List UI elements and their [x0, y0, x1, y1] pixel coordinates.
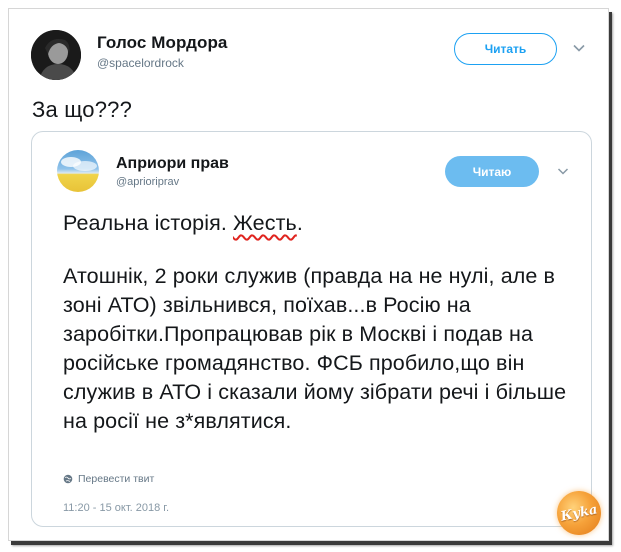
tweet-timestamp[interactable]: 11:20 - 15 окт. 2018 г.: [63, 502, 169, 514]
chevron-down-icon[interactable]: [557, 165, 569, 177]
quoted-author-handle[interactable]: @aprioriprav: [116, 176, 179, 188]
author-avatar-image: [31, 30, 81, 80]
watermark-text: Куka: [559, 501, 599, 525]
quoted-tweet-card[interactable]: Априори прав @aprioriprav Читаю Реальна …: [31, 131, 592, 527]
first-line-end: .: [296, 211, 303, 235]
first-line-text: Реальна історія.: [63, 211, 233, 235]
author-avatar[interactable]: [31, 30, 81, 80]
translate-link[interactable]: Перевести твит: [63, 473, 154, 485]
chevron-down-icon[interactable]: [572, 41, 586, 55]
author-handle[interactable]: @spacelordrock: [97, 56, 184, 70]
author-name[interactable]: Голос Мордора: [97, 33, 228, 53]
globe-icon: [63, 474, 73, 484]
quoted-tweet-first-line: Реальна історія. Жесть.: [63, 209, 583, 238]
translate-label[interactable]: Перевести твит: [78, 473, 154, 485]
screenshot-frame: Голос Мордора @spacelordrock Читать За щ…: [8, 8, 609, 541]
spellcheck-word: Жесть: [232, 211, 297, 235]
quoted-tweet-text: Реальна історія. Жесть. Атошнік, 2 роки …: [63, 209, 583, 436]
following-button[interactable]: Читаю: [445, 156, 539, 187]
tweet-text: За що???: [32, 97, 133, 122]
follow-button[interactable]: Читать: [454, 33, 557, 65]
quoted-author-avatar[interactable]: [57, 150, 99, 192]
quoted-author-name[interactable]: Априори прав: [116, 155, 229, 173]
quoted-tweet-body: Атошнік, 2 роки служив (правда на не нул…: [63, 264, 567, 433]
quoted-avatar-image: [61, 157, 97, 171]
